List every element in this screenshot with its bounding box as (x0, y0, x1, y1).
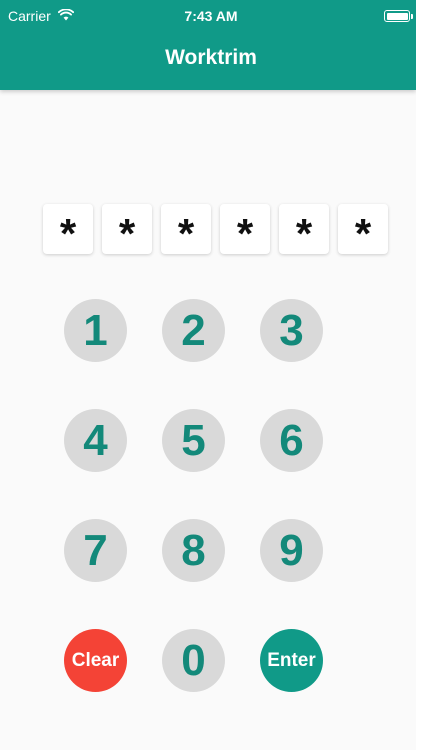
key-2[interactable]: 2 (162, 299, 225, 362)
status-time: 7:43 AM (184, 8, 238, 24)
battery-nub (411, 14, 413, 19)
pin-digit-4: * (220, 204, 270, 257)
key-3[interactable]: 3 (260, 299, 323, 362)
page-title: Worktrim (165, 46, 257, 69)
key-6[interactable]: 6 (260, 409, 323, 472)
app-screen: Carrier 7:43 AM Worktrim * * * * * * 1 2… (0, 0, 416, 750)
key-1[interactable]: 1 (64, 299, 127, 362)
battery-level (386, 12, 408, 20)
pin-digit-6: * (338, 204, 388, 257)
key-7[interactable]: 7 (64, 519, 127, 582)
key-5[interactable]: 5 (162, 409, 225, 472)
pin-digit-2: * (102, 204, 152, 257)
key-4[interactable]: 4 (64, 409, 127, 472)
key-8[interactable]: 8 (162, 519, 225, 582)
key-9[interactable]: 9 (260, 519, 323, 582)
status-bar: Carrier 7:43 AM (0, 0, 416, 32)
battery-icon (384, 10, 410, 22)
app-header: Carrier 7:43 AM Worktrim (0, 0, 416, 90)
pin-digit-5: * (279, 204, 329, 257)
pin-digit-3: * (161, 204, 211, 257)
pin-digit-1: * (43, 204, 93, 257)
key-0[interactable]: 0 (162, 629, 225, 692)
screen-edge (416, 0, 422, 750)
clear-button[interactable]: Clear (64, 629, 127, 692)
enter-button[interactable]: Enter (260, 629, 323, 692)
